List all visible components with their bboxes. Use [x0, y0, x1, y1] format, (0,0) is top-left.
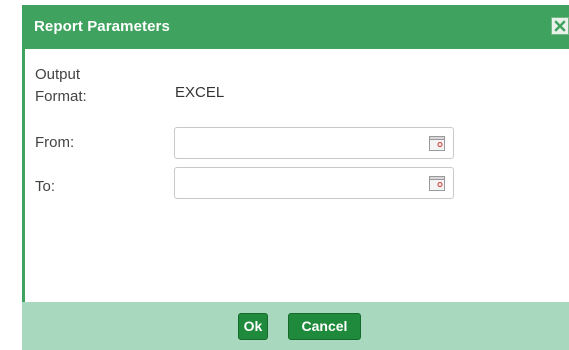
dialog-titlebar: Report Parameters [22, 5, 569, 49]
dialog-footer: Ok Cancel [22, 302, 569, 350]
calendar-icon[interactable] [429, 176, 445, 191]
report-parameters-dialog: Report Parameters Output Format: EXCEL F… [22, 5, 569, 350]
from-date-field[interactable] [174, 127, 454, 159]
output-format-label-line1: Output [35, 66, 81, 83]
ok-button[interactable]: Ok [238, 313, 268, 340]
output-format-label: Output Format: [35, 64, 87, 108]
to-date-field[interactable] [174, 167, 454, 199]
to-label: To: [35, 178, 56, 195]
close-icon[interactable] [551, 17, 569, 35]
from-label: From: [35, 134, 75, 151]
calendar-icon[interactable] [429, 136, 445, 151]
cancel-button[interactable]: Cancel [288, 313, 361, 340]
to-date-input[interactable] [179, 171, 423, 197]
from-date-input[interactable] [179, 131, 423, 157]
output-format-label-line2: Format: [35, 88, 87, 105]
dialog-title: Report Parameters [34, 18, 170, 35]
output-format-value: EXCEL [175, 84, 225, 101]
